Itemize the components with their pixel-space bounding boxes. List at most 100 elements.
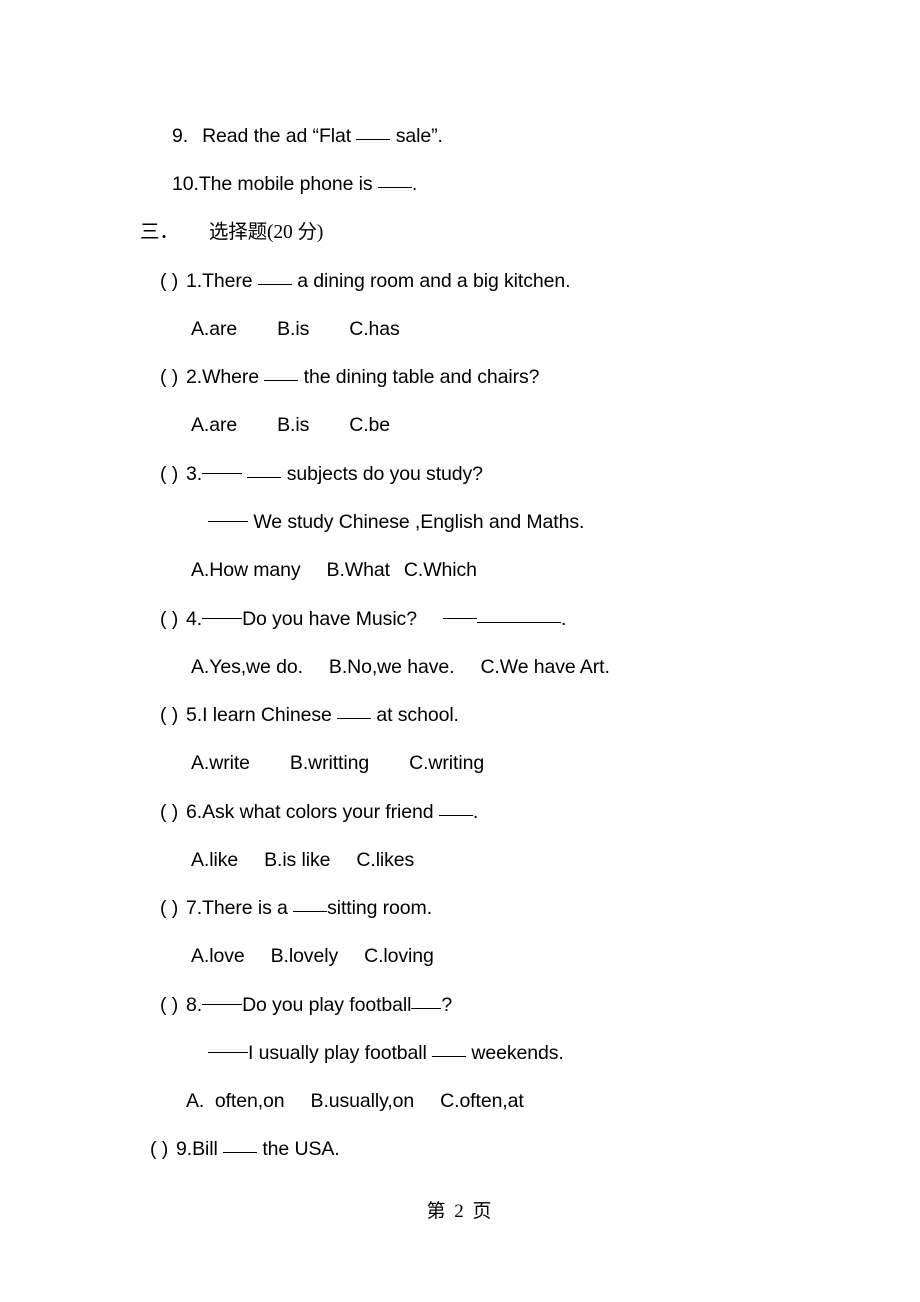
- stem-before: Where: [202, 366, 260, 388]
- choice-question-3-continuation: We study Chinese ,English and Maths.: [208, 511, 584, 533]
- choice-question-4-options: A.Yes,we do. B.No,we have. C.We have Art.: [191, 656, 610, 678]
- fill-in-question-10: 10.The mobile phone is .: [172, 173, 417, 195]
- stem-after: the USA.: [262, 1138, 340, 1160]
- question-number: 4.: [186, 608, 203, 630]
- answer-parenthesis[interactable]: ( ): [160, 704, 186, 726]
- dialogue-dash-icon: [202, 473, 243, 474]
- answer-blank[interactable]: [264, 366, 299, 381]
- answer-blank[interactable]: [223, 1138, 258, 1153]
- stem-before: Do you have Music?: [242, 608, 417, 630]
- choice-question-8-stem: ( ) 8. Do you play football?: [160, 994, 452, 1016]
- choice-question-8-options: A. often,on B.usually,on C.often,at: [186, 1090, 524, 1112]
- stem-before: Ask what colors your friend: [202, 801, 434, 823]
- stem-before: There: [202, 270, 253, 292]
- option-c[interactable]: C.We have Art.: [480, 656, 609, 678]
- answer-parenthesis[interactable]: ( ): [160, 270, 186, 292]
- dialogue-dash-icon: [442, 618, 477, 619]
- section-title: 选择题(20 分): [208, 222, 324, 243]
- option-c[interactable]: C.has: [349, 318, 400, 340]
- section-number: 三．: [140, 222, 179, 243]
- question-number: 9.: [172, 125, 189, 147]
- option-b[interactable]: B.is like: [264, 849, 330, 871]
- question-text-after: .: [411, 173, 418, 195]
- dialogue-dash-icon: [202, 618, 243, 619]
- stem-after: .: [472, 801, 479, 823]
- option-a[interactable]: A. often,on: [186, 1090, 285, 1112]
- answer-blank[interactable]: [257, 270, 292, 285]
- question-number: 3.: [186, 463, 203, 485]
- option-c[interactable]: C.likes: [356, 849, 414, 871]
- choice-question-6-stem: ( ) 6.Ask what colors your friend .: [160, 801, 478, 823]
- answer-blank[interactable]: [247, 463, 282, 478]
- option-b[interactable]: B.writting: [290, 752, 369, 774]
- section-heading: 三． 选择题(20 分): [140, 222, 323, 244]
- stem-before: I learn Chinese: [202, 704, 332, 726]
- dialogue-dash-icon: [208, 1052, 248, 1053]
- option-b[interactable]: B.What: [327, 559, 390, 581]
- option-b[interactable]: B.is: [277, 318, 309, 340]
- question-number: 10.: [172, 173, 199, 195]
- option-c[interactable]: C.writing: [409, 752, 484, 774]
- option-a[interactable]: A.Yes,we do.: [191, 656, 303, 678]
- choice-question-1-stem: ( ) 1.There a dining room and a big kitch…: [160, 270, 571, 292]
- option-a[interactable]: A.write: [191, 752, 250, 774]
- continuation-before: I usually play football: [248, 1042, 427, 1064]
- choice-question-3-stem: ( ) 3. subjects do you study?: [160, 463, 483, 485]
- option-a[interactable]: A.love: [191, 945, 245, 967]
- answer-blank[interactable]: [377, 173, 412, 188]
- option-a[interactable]: A.are: [191, 318, 237, 340]
- option-b[interactable]: B.No,we have.: [329, 656, 455, 678]
- answer-parenthesis[interactable]: ( ): [160, 897, 186, 919]
- option-a[interactable]: A.How many: [191, 559, 301, 581]
- option-c[interactable]: C.Which: [404, 559, 477, 581]
- choice-question-7-options: A.love B.lovely C.loving: [191, 945, 434, 967]
- answer-parenthesis[interactable]: ( ): [160, 366, 186, 388]
- choice-question-2-stem: ( ) 2.Where the dining table and chairs?: [160, 366, 539, 388]
- answer-blank[interactable]: [432, 1042, 467, 1057]
- answer-blank[interactable]: [438, 801, 473, 816]
- page-footer: 第 2 页: [426, 1201, 494, 1222]
- stem-after: sitting room.: [327, 897, 433, 919]
- question-text-after: sale”.: [395, 125, 443, 147]
- choice-question-2-options: A.are B.is C.be: [191, 414, 390, 436]
- option-b[interactable]: B.lovely: [271, 945, 339, 967]
- answer-parenthesis[interactable]: ( ): [160, 463, 186, 485]
- answer-parenthesis[interactable]: ( ): [160, 994, 186, 1016]
- option-c[interactable]: C.be: [349, 414, 390, 436]
- choice-question-3-options: A.How many B.What C.Which: [191, 559, 477, 581]
- answer-blank[interactable]: [337, 704, 372, 719]
- answer-blank[interactable]: [293, 897, 328, 912]
- answer-parenthesis[interactable]: ( ): [150, 1138, 176, 1160]
- option-a[interactable]: A.are: [191, 414, 237, 436]
- question-number: 7.: [186, 897, 203, 919]
- question-number: 8.: [186, 994, 203, 1016]
- question-number: 5.: [186, 704, 203, 726]
- answer-parenthesis[interactable]: ( ): [160, 801, 186, 823]
- question-number: 2.: [186, 366, 203, 388]
- option-c[interactable]: C.loving: [364, 945, 434, 967]
- option-a[interactable]: A.like: [191, 849, 238, 871]
- dialogue-dash-icon: [202, 1004, 243, 1005]
- option-c[interactable]: C.often,at: [440, 1090, 524, 1112]
- choice-question-1-options: A.are B.is C.has: [191, 318, 400, 340]
- stem-after: at school.: [376, 704, 459, 726]
- choice-question-9-stem: ( ) 9.Bill the USA.: [150, 1138, 340, 1160]
- question-number: 1.: [186, 270, 203, 292]
- continuation-text: We study Chinese ,English and Maths.: [253, 511, 585, 533]
- continuation-after: weekends.: [471, 1042, 564, 1064]
- option-b[interactable]: B.is: [277, 414, 309, 436]
- choice-question-4-stem: ( ) 4. Do you have Music?.: [160, 608, 567, 630]
- stem-after: the dining table and chairs?: [303, 366, 540, 388]
- fill-in-question-9: 9. Read the ad “Flat sale”.: [172, 125, 443, 147]
- choice-question-5-options: A.write B.writting C.writing: [191, 752, 484, 774]
- answer-blank[interactable]: [411, 994, 442, 1009]
- question-text-before: The mobile phone is: [198, 173, 373, 195]
- option-b[interactable]: B.usually,on: [311, 1090, 415, 1112]
- question-number: 9.: [176, 1138, 193, 1160]
- answer-blank[interactable]: [356, 125, 391, 140]
- exam-page: 9. Read the ad “Flat sale”. 10.The mobile…: [0, 0, 920, 1302]
- choice-question-5-stem: ( ) 5.I learn Chinese at school.: [160, 704, 459, 726]
- answer-blank[interactable]: [476, 608, 561, 623]
- stem-after: a dining room and a big kitchen.: [297, 270, 571, 292]
- answer-parenthesis[interactable]: ( ): [160, 608, 186, 630]
